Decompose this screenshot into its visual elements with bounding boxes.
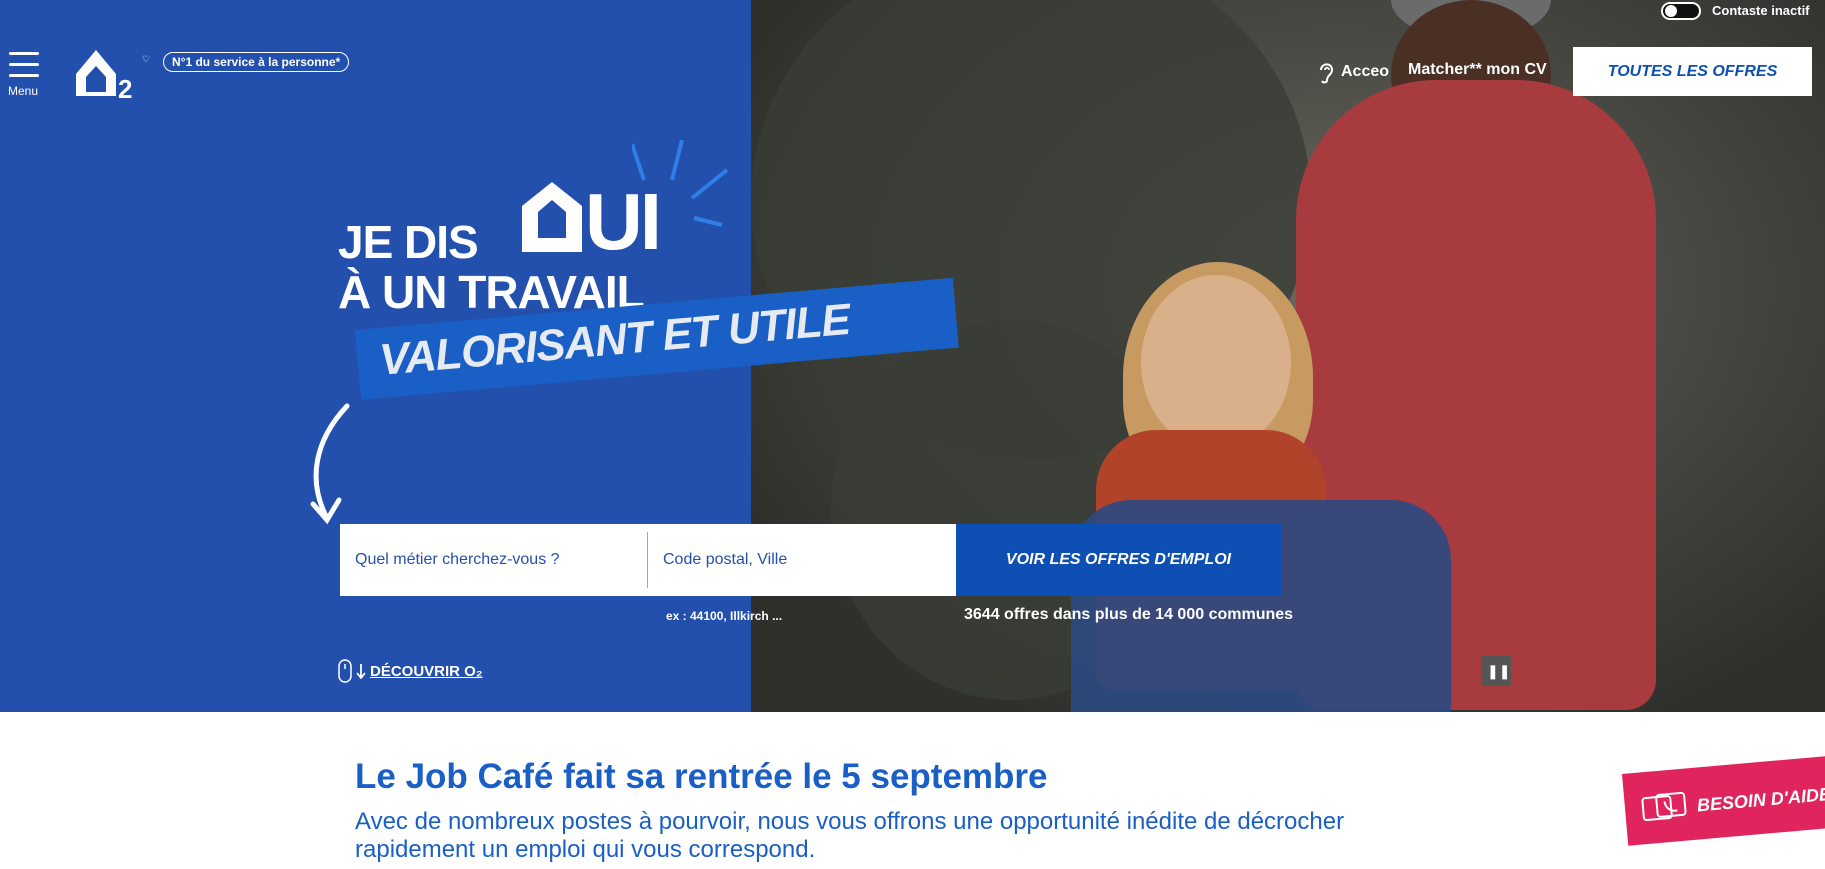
hamburger-icon-bar [9, 74, 39, 77]
location-hint: ex : 44100, Illkirch ... [666, 609, 783, 623]
svg-text:♡: ♡ [142, 54, 150, 64]
discover-link[interactable]: DÉCOUVRIR O₂ [338, 659, 483, 683]
toggle-knob [1665, 5, 1677, 17]
ear-icon [1320, 63, 1334, 84]
contrast-toggle[interactable] [1661, 2, 1701, 20]
help-label: BESOIN D'AIDE [1696, 783, 1825, 816]
arrow-down-icon [356, 664, 366, 679]
hamburger-icon-bar [9, 63, 39, 66]
curved-arrow-icon [310, 403, 350, 525]
matcher-cv-link[interactable]: Matcher** mon CV [1408, 61, 1547, 79]
job-search-input[interactable] [340, 524, 648, 596]
section-text: Avec de nombreux postes à pourvoir, nous… [355, 808, 1345, 863]
acceo-link[interactable]: Acceo [1317, 60, 1389, 84]
section-title: Le Job Café fait sa rentrée le 5 septemb… [355, 757, 1048, 796]
tagline-badge: N°1 du service à la personne* [163, 52, 350, 72]
mouse-icon [338, 659, 352, 683]
contrast-label: Contaste inactif [1712, 3, 1810, 18]
view-offers-button[interactable]: VOIR LES OFFRES D'EMPLOI [956, 524, 1281, 596]
house-o-icon [522, 182, 582, 252]
burst-decoration [632, 140, 729, 227]
help-tab[interactable]: BESOIN D'AIDE [1622, 753, 1825, 846]
headline-line1: JE DIS [338, 216, 479, 268]
svg-text:2: 2 [118, 74, 132, 100]
hero-section: Menu 2 ♡ N°1 du service à la personne* J… [0, 0, 1825, 712]
menu-label: Menu [8, 84, 39, 98]
offers-count: 3644 offres dans plus de 14 000 communes [964, 606, 1294, 623]
child-face [1141, 275, 1291, 450]
all-offers-button[interactable]: TOUTES LES OFFRES [1573, 47, 1812, 96]
job-search-form: VOIR LES OFFRES D'EMPLOI [340, 524, 1281, 596]
o2-logo[interactable]: 2 ♡ [72, 44, 152, 100]
hamburger-icon [9, 52, 39, 55]
chat-phone-icon [1641, 791, 1687, 821]
pause-button[interactable]: ❚❚ [1481, 656, 1511, 686]
acceo-label: Acceo [1341, 63, 1390, 80]
discover-label: DÉCOUVRIR O₂ [370, 662, 483, 680]
location-input[interactable] [648, 524, 956, 596]
